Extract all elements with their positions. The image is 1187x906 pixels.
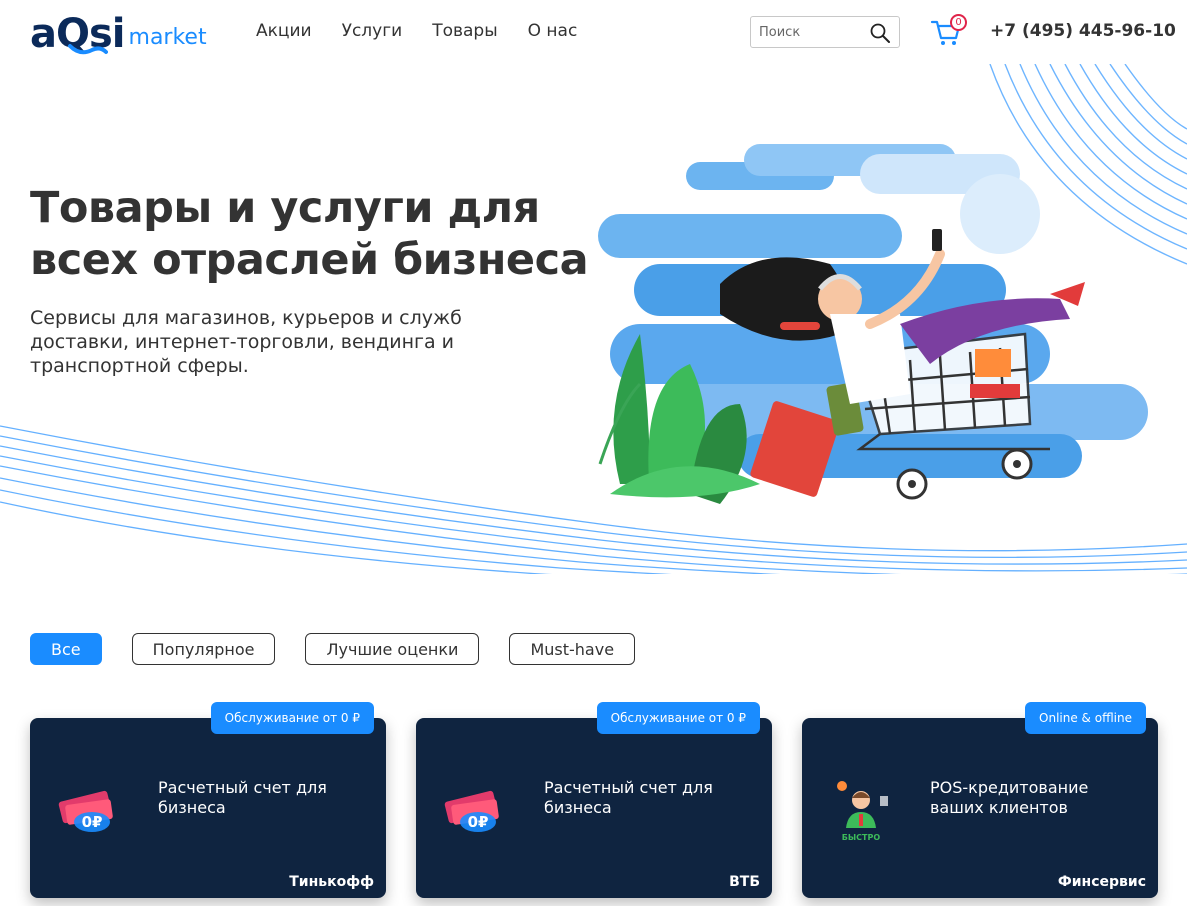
- hero-subtitle: Сервисы для магазинов, курьеров и служб …: [30, 307, 462, 377]
- card-title: POS-кредитование ваших клиентов: [930, 778, 1089, 817]
- nav-item-services[interactable]: Услуги: [342, 20, 403, 42]
- card-tag: Обслуживание от 0 ₽: [210, 702, 374, 734]
- phone-number[interactable]: +7 (495) 445-96-10: [990, 21, 1176, 41]
- zero-rubles-icon: 0₽: [444, 790, 499, 832]
- card-provider: Тинькофф: [289, 874, 374, 890]
- zero-rubles-icon: 0₽: [58, 790, 113, 832]
- product-card-finservice[interactable]: Online & offline БЫСТРО POS-кредитование…: [802, 702, 1158, 898]
- filter-all[interactable]: Все: [30, 633, 102, 665]
- cart-button[interactable]: 0: [930, 14, 970, 48]
- svg-text:БЫСТРО: БЫСТРО: [842, 833, 881, 842]
- cart-count-badge: 0: [950, 14, 967, 31]
- filter-must-have[interactable]: Must-have: [509, 633, 636, 665]
- fast-credit-man-icon: БЫСТРО: [837, 781, 888, 842]
- site-header: aQsi market Акции Услуги Товары О нас 0 …: [0, 0, 1187, 64]
- card-provider: Финсервис: [1057, 874, 1146, 890]
- card-title: Расчетный счет для бизнеса: [544, 778, 713, 817]
- logo-subtext: market: [128, 25, 207, 50]
- nav-item-about[interactable]: О нас: [528, 20, 578, 42]
- card-tag: Online & offline: [1025, 702, 1146, 734]
- logo-swoosh-icon: [68, 44, 108, 55]
- card-title: Расчетный счет для бизнеса: [158, 778, 327, 817]
- svg-text:0₽: 0₽: [82, 813, 103, 831]
- search-icon[interactable]: [869, 22, 891, 44]
- card-provider: ВТБ: [729, 874, 760, 890]
- card-tag: Обслуживание от 0 ₽: [596, 702, 760, 734]
- hero-title: Товары и услуги для всех отраслей бизнес…: [30, 183, 589, 285]
- svg-text:0₽: 0₽: [468, 813, 489, 831]
- filter-popular[interactable]: Популярное: [131, 633, 276, 665]
- search-input[interactable]: [759, 24, 867, 40]
- product-card-vtb[interactable]: Обслуживание от 0 ₽ 0₽ Расчетный счет дл…: [416, 702, 772, 898]
- hero-section: Товары и услуги для всех отраслей бизнес…: [0, 64, 1187, 574]
- filter-top-rated[interactable]: Лучшие оценки: [305, 633, 480, 665]
- filter-chips: Все Популярное Лучшие оценки Must-have: [30, 633, 665, 665]
- search-box: [750, 16, 900, 48]
- nav-item-promotions[interactable]: Акции: [256, 20, 312, 42]
- logo[interactable]: aQsi market: [30, 6, 207, 56]
- nav-item-products[interactable]: Товары: [432, 20, 497, 42]
- product-card-tinkoff[interactable]: Обслуживание от 0 ₽ 0₽ Расчетный счет дл…: [30, 702, 386, 898]
- main-nav: Акции Услуги Товары О нас: [256, 20, 607, 42]
